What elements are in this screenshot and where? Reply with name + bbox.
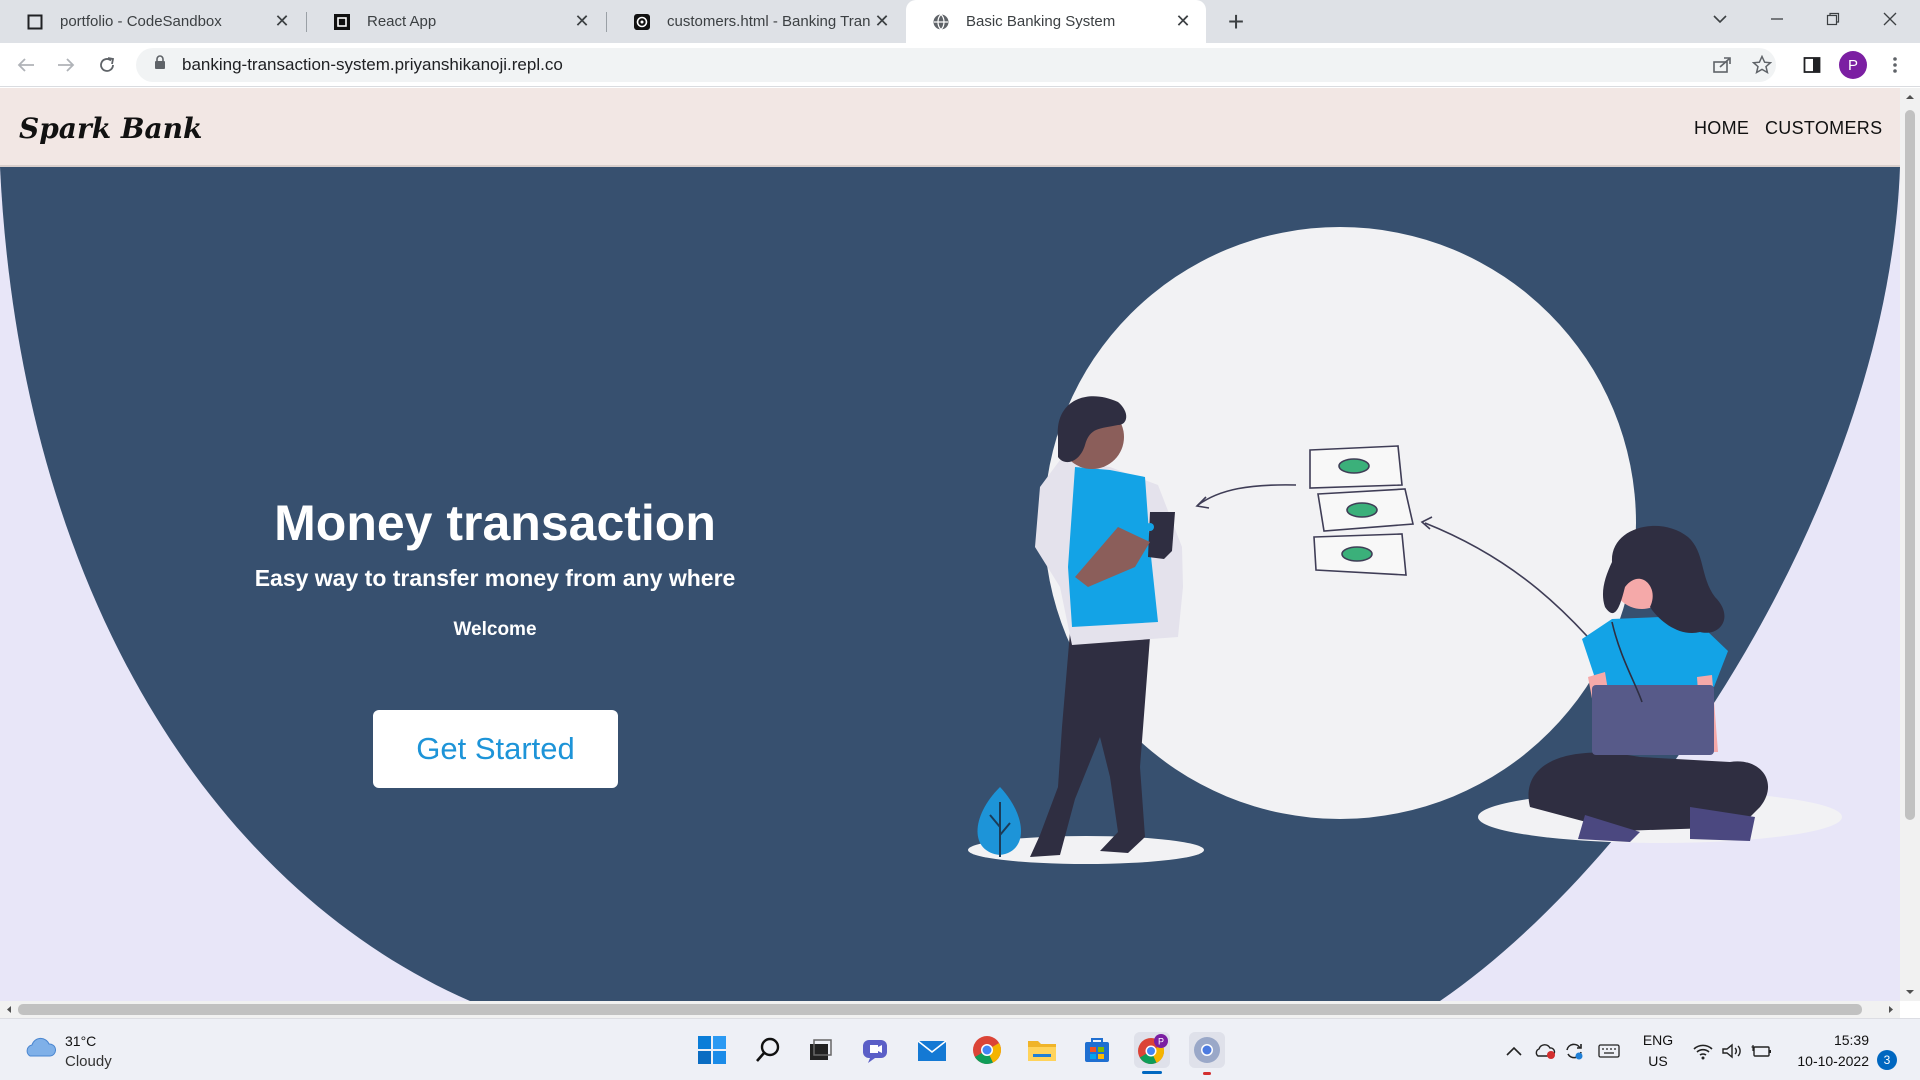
page-viewport: Spark Bank HOME CUSTOMERS Money transact… (0, 88, 1900, 1001)
weather-temp[interactable]: 31°C (65, 1033, 96, 1049)
chrome-profile-icon[interactable]: P (1134, 1032, 1170, 1068)
tab-search-chevron-icon[interactable] (1695, 0, 1745, 38)
browser-tab-strip: portfolio - CodeSandbox ✕ React App ✕ cu… (0, 0, 1920, 43)
nav-link-customers[interactable]: CUSTOMERS (1765, 118, 1882, 139)
tab-codesandbox[interactable]: portfolio - CodeSandbox ✕ (0, 0, 305, 43)
money-stack-icon (1309, 445, 1414, 576)
vertical-scrollbar[interactable] (1900, 88, 1920, 1001)
nav-link-home[interactable]: HOME (1694, 118, 1749, 139)
scroll-left-arrow-icon (7, 1006, 11, 1013)
horizontal-scroll-thumb[interactable] (18, 1004, 1862, 1015)
site-navbar: Spark Bank HOME CUSTOMERS (0, 88, 1900, 167)
tab-title: customers.html - Banking Transac (667, 13, 871, 30)
replit-icon (633, 13, 651, 31)
chrome-canary-icon[interactable] (1189, 1032, 1225, 1068)
back-arrow-icon[interactable] (12, 51, 40, 79)
bookmark-star-icon[interactable] (1748, 51, 1776, 79)
wifi-icon[interactable] (1692, 1041, 1714, 1061)
hero-section: Money transaction Easy way to transfer m… (0, 167, 1900, 1001)
taskbar: 31°C Cloudy P ENG US 15:39 10-10-2022 3 (0, 1018, 1920, 1080)
profile-avatar[interactable]: P (1839, 51, 1867, 79)
weather-desc[interactable]: Cloudy (65, 1053, 112, 1070)
tab-customers[interactable]: customers.html - Banking Transac ✕ (607, 0, 905, 43)
minimize-icon[interactable] (1752, 0, 1802, 38)
mail-icon[interactable] (914, 1032, 950, 1068)
scroll-right-arrow-icon (1889, 1006, 1893, 1013)
tab-close-icon[interactable]: ✕ (271, 11, 293, 33)
close-window-icon[interactable] (1865, 0, 1915, 38)
tab-title: Basic Banking System (966, 13, 1116, 30)
side-panel-icon[interactable] (1798, 51, 1826, 79)
hero-subtitle: Easy way to transfer money from any wher… (254, 565, 736, 591)
vertical-scroll-thumb[interactable] (1905, 110, 1915, 820)
new-tab-button[interactable]: + (1220, 6, 1252, 38)
codesandbox-icon (26, 13, 44, 31)
tab-basic-banking[interactable]: Basic Banking System ✕ (906, 0, 1206, 43)
hero-welcome: Welcome (453, 619, 537, 640)
active-app-indicator (1142, 1071, 1162, 1074)
language-indicator[interactable]: ENG (1640, 1032, 1676, 1048)
tab-title: portfolio - CodeSandbox (60, 13, 222, 30)
restore-icon[interactable] (1808, 0, 1858, 38)
store-icon[interactable] (1079, 1032, 1115, 1068)
get-started-button[interactable]: Get Started (373, 710, 618, 788)
onedrive-error-icon[interactable] (1534, 1041, 1556, 1061)
scroll-down-arrow-icon (1906, 990, 1914, 994)
start-icon[interactable] (694, 1032, 730, 1068)
search-icon[interactable] (750, 1032, 786, 1068)
tab-title: React App (367, 13, 437, 30)
more-menu-icon[interactable] (1881, 51, 1909, 79)
sync-icon[interactable] (1563, 1041, 1585, 1061)
chrome-icon[interactable] (969, 1032, 1005, 1068)
task-view-icon[interactable] (802, 1032, 838, 1068)
forward-arrow-icon[interactable] (52, 51, 80, 79)
tab-close-icon[interactable]: ✕ (1172, 11, 1194, 33)
lock-icon (154, 55, 166, 75)
keyboard-icon[interactable] (1598, 1041, 1620, 1061)
scroll-up-arrow-icon (1906, 95, 1914, 99)
react-app-icon (333, 13, 351, 31)
clock-date[interactable]: 10-10-2022 (1785, 1053, 1869, 1069)
notification-badge[interactable]: 3 (1877, 1050, 1897, 1070)
site-logo[interactable]: Spark Bank (19, 112, 202, 145)
reload-icon[interactable] (93, 51, 121, 79)
app-indicator (1203, 1072, 1211, 1075)
region-indicator[interactable]: US (1640, 1053, 1676, 1069)
tab-close-icon[interactable]: ✕ (571, 11, 593, 33)
file-explorer-icon[interactable] (1024, 1032, 1060, 1068)
volume-icon[interactable] (1721, 1041, 1743, 1061)
tab-close-icon[interactable]: ✕ (871, 11, 893, 33)
globe-icon (932, 13, 950, 31)
chevron-up-icon[interactable] (1503, 1041, 1525, 1061)
clock-time[interactable]: 15:39 (1793, 1032, 1869, 1048)
battery-icon[interactable] (1751, 1041, 1773, 1061)
teams-icon[interactable] (858, 1032, 894, 1068)
horizontal-scrollbar[interactable] (0, 1001, 1900, 1018)
share-icon[interactable] (1708, 51, 1736, 79)
tab-react-app[interactable]: React App ✕ (307, 0, 605, 43)
url-text: banking-transaction-system.priyanshikano… (182, 55, 563, 74)
hero-title: Money transaction (274, 495, 716, 551)
browser-toolbar: banking-transaction-system.priyanshikano… (0, 43, 1920, 87)
cloud-weather-icon[interactable] (22, 1036, 56, 1065)
address-bar[interactable]: banking-transaction-system.priyanshikano… (136, 48, 1776, 82)
svg-text:P: P (1158, 1037, 1164, 1047)
